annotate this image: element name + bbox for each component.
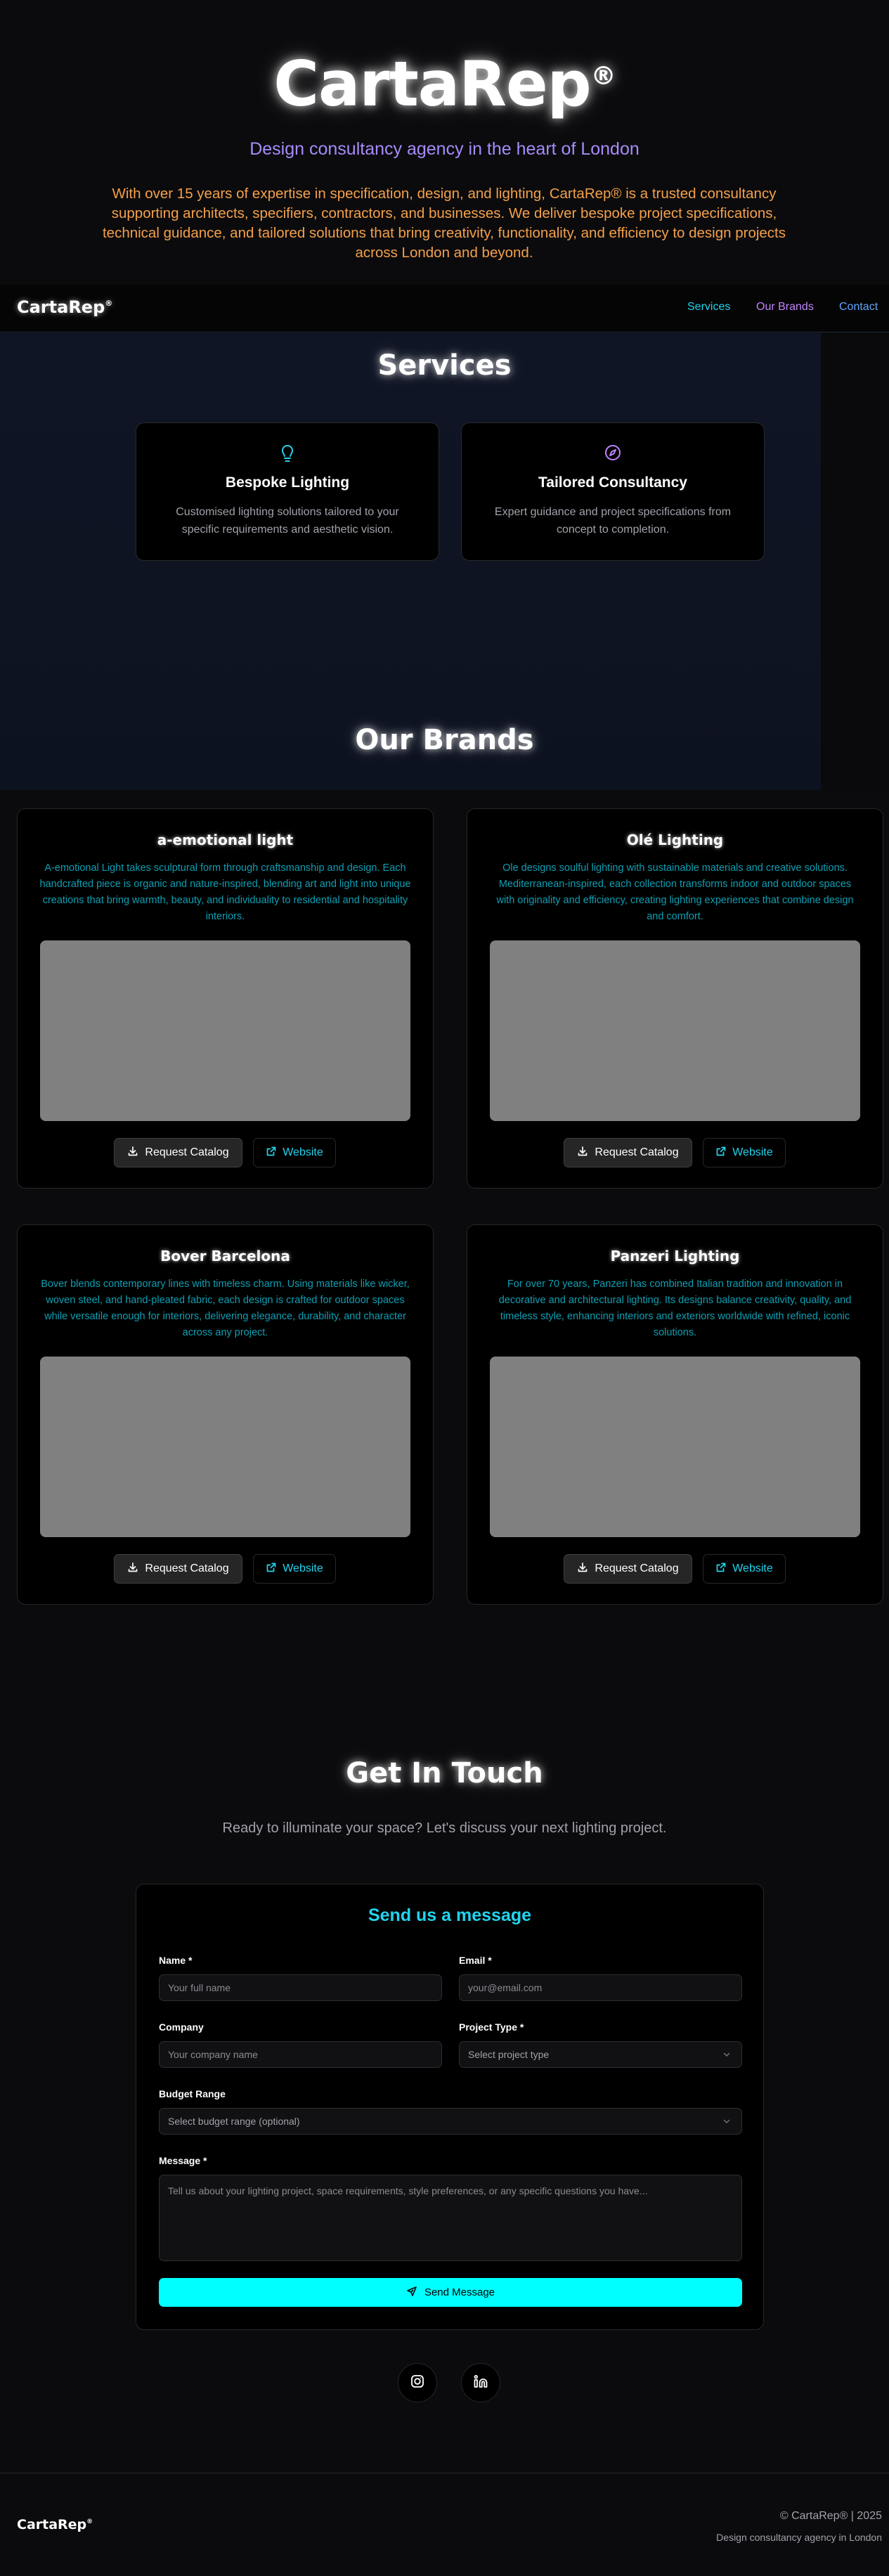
brand-image-placeholder (40, 1357, 410, 1537)
company-label: Company (159, 2021, 204, 2033)
nav-logo-mark: ® (105, 299, 113, 308)
project-type-label: Project Type * (459, 2021, 524, 2033)
linkedin-link[interactable] (461, 2363, 500, 2402)
hero-logo-mark: ® (590, 62, 616, 91)
brand-image-placeholder (490, 1357, 860, 1537)
hero-section: CartaRep® Design consultancy agency in t… (0, 0, 889, 285)
nav-link-contact[interactable]: Contact (839, 301, 878, 313)
download-icon (577, 1562, 588, 1577)
send-message-button[interactable]: Send Message (159, 2278, 742, 2307)
external-link-icon (266, 1562, 277, 1577)
company-field[interactable] (159, 2041, 442, 2068)
compass-icon (462, 443, 764, 464)
external-link-icon (266, 1146, 277, 1160)
hero-tagline: Design consultancy agency in the heart o… (249, 139, 640, 159)
brand-name: Bover Barcelona (160, 1248, 290, 1264)
brand-description: Bover blends contemporary lines with tim… (41, 1279, 410, 1338)
website-button[interactable]: Website (703, 1554, 786, 1584)
nav-logo-text: CartaRep (17, 297, 105, 317)
brand-name: Panzeri Lighting (610, 1248, 740, 1264)
footer-copyright: © CartaRep® | 2025 (779, 2510, 882, 2522)
instagram-link[interactable] (398, 2363, 437, 2402)
website-label: Website (732, 1146, 773, 1158)
email-field[interactable] (459, 1974, 742, 2001)
external-link-icon (715, 1146, 727, 1160)
service-description: Customised lighting solutions tailored t… (176, 506, 399, 536)
request-catalog-button[interactable]: Request Catalog (114, 1138, 242, 1167)
brand-card-a-emotional: a-emotional light A-emotional Light take… (17, 808, 434, 1189)
nav-link-services[interactable]: Services (687, 301, 730, 313)
request-catalog-label: Request Catalog (145, 1146, 229, 1158)
contact-form: Send us a message Name * Email * Company… (136, 1884, 764, 2330)
brand-name: a-emotional light (157, 831, 294, 848)
brand-image-placeholder (490, 940, 860, 1121)
send-message-label: Send Message (424, 2286, 495, 2298)
project-type-value: Select project type (468, 2049, 550, 2060)
brand-card-ole-lighting: Olé Lighting Ole designs soulful lightin… (467, 808, 883, 1189)
message-label: Message * (159, 2155, 207, 2166)
budget-label: Budget Range (159, 2088, 226, 2099)
footer: CartaRep® © CartaRep® | 2025 Design cons… (0, 2473, 889, 2576)
service-title: Bespoke Lighting (225, 474, 350, 491)
website-label: Website (283, 1146, 323, 1158)
request-catalog-button[interactable]: Request Catalog (564, 1554, 692, 1584)
footer-tagline: Design consultancy agency in London (716, 2532, 882, 2543)
service-description: Expert guidance and project specificatio… (494, 506, 732, 536)
request-catalog-button[interactable]: Request Catalog (564, 1138, 692, 1167)
brand-card-bover-barcelona: Bover Barcelona Bover blends contemporar… (17, 1224, 434, 1605)
service-card-bespoke-lighting: Bespoke Lighting Customised lighting sol… (136, 422, 439, 561)
request-catalog-label: Request Catalog (595, 1146, 679, 1158)
footer-logo-text: CartaRep (17, 2517, 87, 2532)
form-title: Send us a message (368, 1905, 532, 1925)
message-field[interactable] (159, 2175, 742, 2261)
lightbulb-icon (136, 443, 439, 464)
brand-description: A-emotional Light takes sculptural form … (39, 862, 411, 922)
top-navbar: CartaRep® Services Our Brands Contact (0, 285, 889, 332)
request-catalog-label: Request Catalog (595, 1562, 679, 1574)
chevron-down-icon (722, 2116, 732, 2128)
download-icon (127, 1146, 138, 1160)
services-background-edge (821, 333, 889, 790)
hero-logo-text: CartaRep (273, 48, 591, 120)
linkedin-icon (473, 2374, 488, 2393)
send-icon (406, 2286, 417, 2300)
brands-title: Our Brands (355, 724, 534, 756)
budget-select[interactable]: Select budget range (optional) (159, 2108, 742, 2135)
name-label: Name * (159, 1955, 193, 1966)
website-button[interactable]: Website (253, 1138, 336, 1167)
website-label: Website (732, 1562, 773, 1574)
project-type-select[interactable]: Select project type (459, 2041, 742, 2068)
contact-subtitle: Ready to illuminate your space? Let's di… (222, 1820, 667, 1836)
brand-card-panzeri-lighting: Panzeri Lighting For over 70 years, Panz… (467, 1224, 883, 1605)
name-field[interactable] (159, 1974, 442, 2001)
brand-description: Ole designs soulful lighting with sustai… (496, 862, 854, 922)
services-background (0, 333, 821, 790)
external-link-icon (715, 1562, 727, 1577)
request-catalog-button[interactable]: Request Catalog (114, 1554, 242, 1584)
brand-name: Olé Lighting (626, 831, 724, 848)
hero-logo: CartaRep® (0, 48, 889, 120)
website-button[interactable]: Website (703, 1138, 786, 1167)
request-catalog-label: Request Catalog (145, 1562, 229, 1574)
instagram-icon (410, 2374, 425, 2393)
email-label: Email * (459, 1955, 492, 1966)
budget-value: Select budget range (optional) (168, 2116, 300, 2127)
footer-logo-mark: ® (86, 2518, 93, 2525)
nav-link-our-brands[interactable]: Our Brands (756, 301, 814, 313)
download-icon (127, 1562, 138, 1577)
contact-title: Get In Touch (346, 1757, 543, 1789)
download-icon (577, 1146, 588, 1160)
brand-description: For over 70 years, Panzeri has combined … (498, 1279, 852, 1338)
service-card-tailored-consultancy: Tailored Consultancy Expert guidance and… (461, 422, 765, 561)
chevron-down-icon (722, 2050, 732, 2062)
service-title: Tailored Consultancy (538, 474, 687, 491)
services-title: Services (377, 349, 512, 382)
footer-logo: CartaRep® (17, 2517, 93, 2532)
brand-image-placeholder (40, 940, 410, 1121)
nav-logo[interactable]: CartaRep® (17, 297, 112, 317)
hero-description: With over 15 years of expertise in speci… (102, 186, 786, 261)
website-label: Website (283, 1562, 323, 1574)
website-button[interactable]: Website (253, 1554, 336, 1584)
